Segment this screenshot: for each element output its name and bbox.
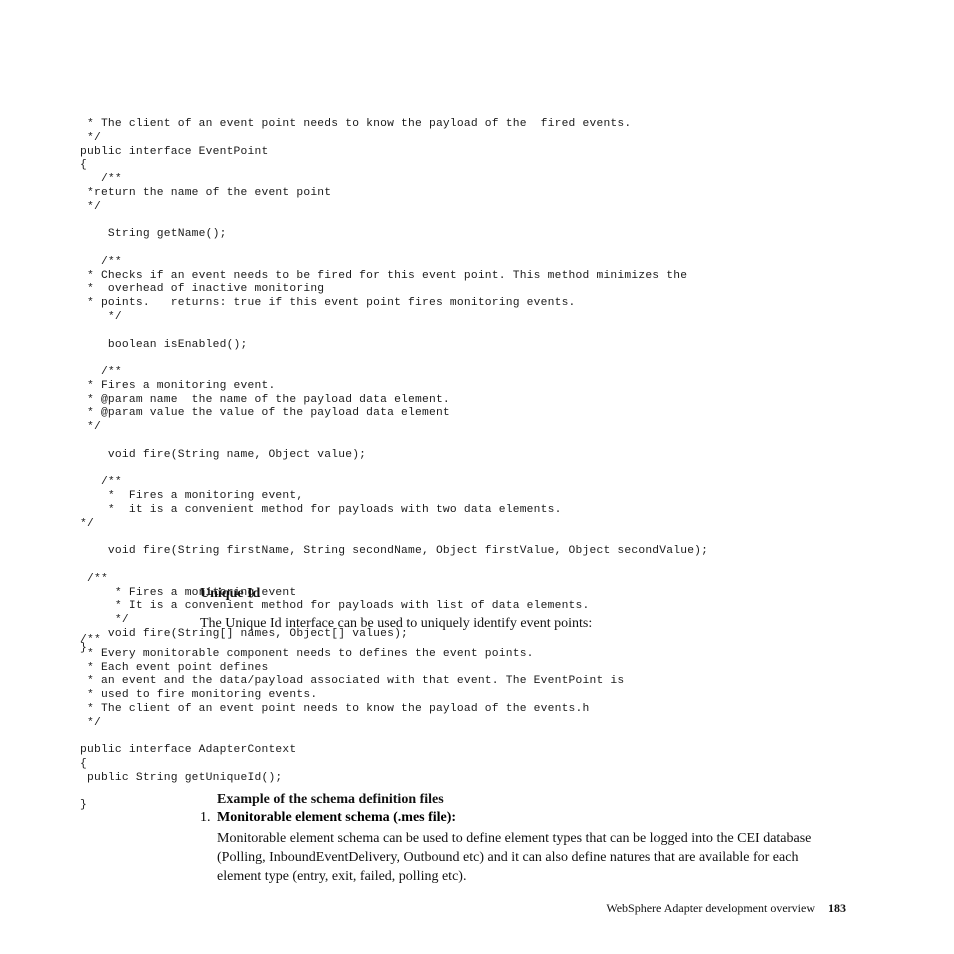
page-content: * The client of an event point needs to … (0, 0, 954, 954)
numbered-list-item: 1. Monitorable element schema (.mes file… (200, 810, 834, 887)
list-body-text: Monitorable element schema can be used t… (217, 830, 834, 887)
footer-page-number: 183 (828, 901, 846, 915)
example-heading: Example of the schema definition files (217, 792, 444, 808)
section-description: The Unique Id interface can be used to u… (200, 615, 834, 634)
list-label: Monitorable element schema (.mes file): (217, 810, 834, 826)
code-text: /** * Every monitorable component needs … (80, 634, 894, 813)
code-text: * The client of an event point needs to … (80, 118, 894, 655)
code-block-eventpoint: * The client of an event point needs to … (80, 118, 894, 655)
list-number: 1. (200, 810, 217, 826)
page-footer: WebSphere Adapter development overview 1… (606, 901, 846, 916)
section-heading-unique-id: Unique Id (200, 586, 260, 602)
code-block-adaptercontext: /** * Every monitorable component needs … (80, 634, 894, 813)
footer-text: WebSphere Adapter development overview (606, 901, 815, 915)
